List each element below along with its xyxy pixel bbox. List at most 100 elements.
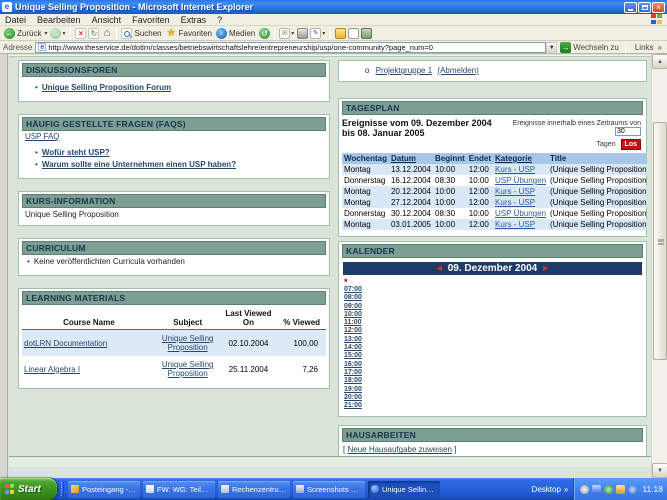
- stop-icon[interactable]: ×: [75, 28, 86, 39]
- event-category-link[interactable]: Kurs - USP: [495, 165, 535, 174]
- portlet-learning-materials: LEARNING MATERIALS Course Name Subject L…: [18, 288, 330, 389]
- address-input[interactable]: e http://www.theservice.de/dotlrn/classe…: [35, 42, 546, 53]
- taskbar-button-screenshots[interactable]: Screenshots dotLRN...: [293, 481, 365, 498]
- menu-datei[interactable]: Datei: [5, 15, 26, 25]
- fullscreen-icon[interactable]: [348, 28, 359, 39]
- address-url[interactable]: http://www.theservice.de/dotlrn/classes/…: [48, 43, 433, 52]
- taskbar-button-outlook[interactable]: Posteingang - Micros...: [68, 481, 140, 498]
- time-slot-link[interactable]: 13:00: [344, 336, 643, 344]
- toolbar-chevron-icon[interactable]: »: [564, 485, 568, 494]
- faq-question-link[interactable]: Wofür steht USP?: [42, 148, 110, 157]
- close-button[interactable]: ×: [652, 2, 665, 13]
- messenger-icon[interactable]: [335, 28, 346, 39]
- subject-link[interactable]: Unique Selling Proposition: [162, 334, 214, 352]
- start-button[interactable]: Start: [0, 478, 57, 500]
- new-assignment-link[interactable]: Neue Hausaufgabe zuweisen: [347, 445, 452, 454]
- history-icon[interactable]: ↺: [259, 28, 270, 39]
- projektgruppe-link[interactable]: Projektgruppe 1: [376, 66, 432, 75]
- calendar-next-icon[interactable]: ►: [537, 263, 554, 273]
- time-slot-link[interactable]: 17:00: [344, 369, 643, 377]
- forward-dropdown-icon[interactable]: ▾: [62, 30, 65, 37]
- scroll-down-icon[interactable]: ▼: [652, 463, 667, 478]
- time-slot-link[interactable]: 20:00: [344, 394, 643, 402]
- time-slot-link[interactable]: 16:00: [344, 361, 643, 369]
- faq-question-link[interactable]: Warum sollte eine Unternehmen einen USP …: [42, 160, 236, 169]
- forum-link[interactable]: Unique Selling Proposition Forum: [42, 83, 171, 92]
- event-day: Montag: [342, 164, 389, 175]
- sort-datum-link[interactable]: Datum: [391, 154, 416, 163]
- vertical-scrollbar[interactable]: ▲ ▼: [651, 54, 667, 478]
- course-link[interactable]: Linear Algebra I: [24, 365, 80, 374]
- menu-favoriten[interactable]: Favoriten: [132, 15, 170, 25]
- event-category-link[interactable]: Kurs - USP: [495, 187, 535, 196]
- event-category-link[interactable]: Kurs - USP: [495, 220, 535, 229]
- tray-icon-clock[interactable]: [580, 485, 589, 494]
- event-category-link[interactable]: USP Übungen: [495, 209, 546, 218]
- print-icon[interactable]: [297, 28, 308, 39]
- tagesplan-table: Wochentag Datum Beginnt Endet Kategorie …: [342, 153, 647, 230]
- back-dropdown-icon[interactable]: ▾: [44, 30, 47, 37]
- links-label[interactable]: Links: [635, 43, 654, 52]
- home-icon[interactable]: ⌂: [101, 28, 112, 39]
- course-link[interactable]: dotLRN Documentation: [24, 339, 107, 348]
- taskbar-button-ie-active[interactable]: Unique Selling Propos...: [368, 481, 440, 498]
- discuss-icon[interactable]: [361, 28, 372, 39]
- menu-hilfe[interactable]: ?: [217, 15, 222, 25]
- favorites-label[interactable]: Favoriten: [179, 29, 212, 38]
- time-slot-link[interactable]: 10:00: [344, 311, 643, 319]
- time-slot-link[interactable]: 15:00: [344, 352, 643, 360]
- back-label[interactable]: Zurück: [17, 29, 41, 38]
- time-slot-link[interactable]: 08:00: [344, 294, 643, 302]
- desktop-toolbar-label[interactable]: Desktop: [532, 485, 561, 494]
- go-button[interactable]: → Wechseln zu: [560, 42, 619, 53]
- event-category-link[interactable]: Kurs - USP: [495, 198, 535, 207]
- tray-icon-network[interactable]: [604, 485, 613, 494]
- forward-icon[interactable]: →: [50, 28, 61, 39]
- tray-icon-volume[interactable]: [592, 485, 601, 494]
- time-slot-link[interactable]: 12:00: [344, 327, 643, 335]
- tray-icon-messenger[interactable]: [628, 485, 637, 494]
- scroll-up-icon[interactable]: ▲: [652, 54, 667, 69]
- subject-link[interactable]: Unique Selling Proposition: [162, 360, 214, 378]
- mail-icon[interactable]: ✉: [279, 28, 290, 39]
- scrollbar-thumb[interactable]: [653, 122, 667, 360]
- time-slot-link[interactable]: 07:00: [344, 286, 643, 294]
- minimize-button[interactable]: [624, 2, 637, 13]
- search-label[interactable]: Suchen: [134, 29, 161, 38]
- edit-dropdown-icon[interactable]: ▾: [322, 30, 325, 37]
- tray-icon-antivirus[interactable]: [616, 485, 625, 494]
- address-dropdown-icon[interactable]: ▼: [546, 42, 557, 53]
- days-input[interactable]: [615, 127, 641, 136]
- taskbar-grip[interactable]: [61, 482, 64, 496]
- event-category-link[interactable]: USP Übungen: [495, 176, 546, 185]
- media-icon[interactable]: ♪: [216, 28, 227, 39]
- media-label[interactable]: Medien: [229, 29, 255, 38]
- calendar-prev-icon[interactable]: ◄: [431, 263, 448, 273]
- abmelden-link[interactable]: (Abmelden): [437, 66, 478, 75]
- sub-bullet: o: [365, 66, 369, 75]
- taskbar-button-document[interactable]: Rechenzentrum Uni K...: [218, 481, 290, 498]
- time-slot-link[interactable]: 14:00: [344, 344, 643, 352]
- refresh-icon[interactable]: ↻: [88, 28, 99, 39]
- time-slot-link[interactable]: 19:00: [344, 386, 643, 394]
- time-slot-link[interactable]: 11:00: [344, 319, 643, 327]
- menu-extras[interactable]: Extras: [181, 15, 207, 25]
- maximize-button[interactable]: [638, 2, 651, 13]
- mail-dropdown-icon[interactable]: ▾: [291, 30, 294, 37]
- time-slot-link[interactable]: 21:00: [344, 402, 643, 410]
- taskbar-button-mail[interactable]: FW: WG: Teilnahme v...: [143, 481, 215, 498]
- search-icon[interactable]: [121, 28, 132, 39]
- edit-icon[interactable]: ✎: [310, 28, 321, 39]
- usp-faq-link[interactable]: USP FAQ: [25, 132, 60, 141]
- links-chevron-icon[interactable]: »: [658, 43, 662, 52]
- taskbar-clock[interactable]: 11:18: [642, 484, 663, 494]
- menu-ansicht[interactable]: Ansicht: [92, 15, 122, 25]
- portlet-header: LEARNING MATERIALS: [22, 291, 326, 305]
- sort-kategorie-link[interactable]: Kategorie: [495, 154, 532, 163]
- menu-bearbeiten[interactable]: Bearbeiten: [37, 15, 81, 25]
- favorites-icon[interactable]: ★: [166, 28, 177, 39]
- time-slot-link[interactable]: 09:00: [344, 303, 643, 311]
- back-icon[interactable]: ←: [4, 28, 15, 39]
- los-button[interactable]: Los: [621, 139, 641, 150]
- time-slot-link[interactable]: 18:00: [344, 377, 643, 385]
